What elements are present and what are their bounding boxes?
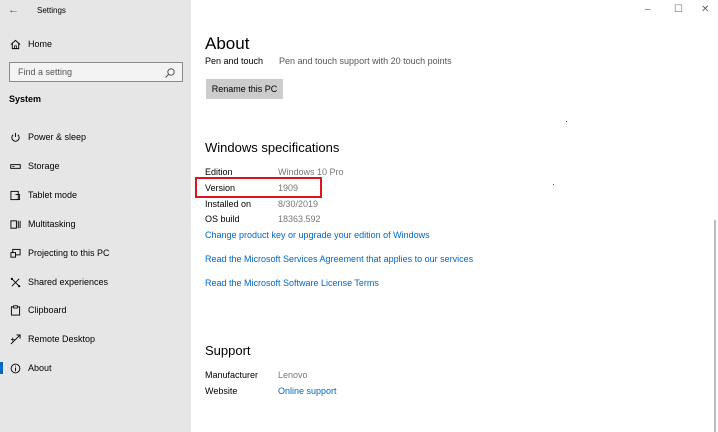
power-icon xyxy=(9,131,21,143)
search-placeholder: Find a setting xyxy=(18,67,73,77)
storage-icon xyxy=(9,160,21,172)
tablet-icon xyxy=(9,189,21,201)
spec-value-version: 1909 xyxy=(278,183,299,193)
projecting-icon xyxy=(9,247,21,259)
sidebar-item-label: Storage xyxy=(28,161,60,171)
sidebar-item-label: Home xyxy=(28,39,53,49)
page-title: About xyxy=(205,34,250,53)
minimize-button[interactable]: – xyxy=(645,4,651,15)
sidebar-item-label: Tablet mode xyxy=(28,190,78,200)
support-value-manufacturer: Lenovo xyxy=(278,370,308,380)
spec-value-installed: 8/30/2019 xyxy=(278,199,319,209)
sidebar-item-multitasking[interactable]: Multitasking xyxy=(0,211,191,237)
spec-label-installed: Installed on xyxy=(205,199,252,209)
sidebar-item-home[interactable]: Home xyxy=(0,31,191,57)
sidebar-item-label: Clipboard xyxy=(28,305,67,315)
sidebar: ← Settings Home Find a setting System Po… xyxy=(0,0,191,432)
remote-icon xyxy=(9,333,21,345)
spec-value-os-build: 18363.592 xyxy=(278,214,321,224)
sidebar-item-label: Multitasking xyxy=(28,219,76,229)
sidebar-item-projecting[interactable]: Projecting to this PC xyxy=(0,240,191,266)
rename-pc-button[interactable]: Rename this PC xyxy=(206,79,283,99)
close-button[interactable]: ✕ xyxy=(701,4,709,15)
change-product-key-link[interactable]: Change product key or upgrade your editi… xyxy=(205,230,430,240)
search-icon xyxy=(164,66,176,78)
windows-specifications-heading: Windows specifications xyxy=(205,140,340,155)
spec-label-edition: Edition xyxy=(205,167,233,177)
info-icon xyxy=(9,362,21,374)
sidebar-item-clipboard[interactable]: Clipboard xyxy=(0,297,191,323)
maximize-button[interactable]: ☐ xyxy=(674,4,683,15)
sidebar-item-label: Projecting to this PC xyxy=(28,248,110,258)
main-content: – ☐ ✕ About Pen and touch Pen and touch … xyxy=(191,0,718,432)
clipboard-icon xyxy=(9,304,21,316)
stray-dot xyxy=(566,121,567,122)
spec-label-version: Version xyxy=(205,183,236,193)
app-title: Settings xyxy=(37,6,66,15)
sidebar-item-label: Shared experiences xyxy=(28,277,109,287)
spec-label-os-build: OS build xyxy=(205,214,240,224)
section-label: System xyxy=(9,94,42,104)
shared-icon xyxy=(9,276,21,288)
support-label-website: Website xyxy=(205,386,238,396)
sidebar-item-tablet-mode[interactable]: Tablet mode xyxy=(0,182,191,208)
support-heading: Support xyxy=(205,343,251,358)
sidebar-item-shared-experiences[interactable]: Shared experiences xyxy=(0,269,191,295)
sidebar-item-label: Remote Desktop xyxy=(28,334,96,344)
stray-dot xyxy=(553,184,554,185)
spec-value-edition: Windows 10 Pro xyxy=(278,167,344,177)
sidebar-item-label: Power & sleep xyxy=(28,132,87,142)
back-arrow-icon[interactable]: ← xyxy=(8,4,19,16)
pen-touch-label: Pen and touch xyxy=(205,56,264,66)
sidebar-item-about[interactable]: About xyxy=(0,355,191,381)
sidebar-item-remote-desktop[interactable]: Remote Desktop xyxy=(0,326,191,352)
multitasking-icon xyxy=(9,218,21,230)
vertical-scrollbar[interactable] xyxy=(714,220,716,432)
search-input[interactable]: Find a setting xyxy=(9,62,183,82)
sidebar-item-storage[interactable]: Storage xyxy=(0,153,191,179)
home-icon xyxy=(9,38,21,50)
support-label-manufacturer: Manufacturer xyxy=(205,370,259,380)
sidebar-item-power-sleep[interactable]: Power & sleep xyxy=(0,124,191,150)
services-agreement-link[interactable]: Read the Microsoft Services Agreement th… xyxy=(205,254,473,264)
sidebar-item-label: About xyxy=(28,363,52,373)
pen-touch-value: Pen and touch support with 20 touch poin… xyxy=(279,56,452,66)
license-terms-link[interactable]: Read the Microsoft Software License Term… xyxy=(205,278,379,288)
online-support-link[interactable]: Online support xyxy=(278,386,337,396)
